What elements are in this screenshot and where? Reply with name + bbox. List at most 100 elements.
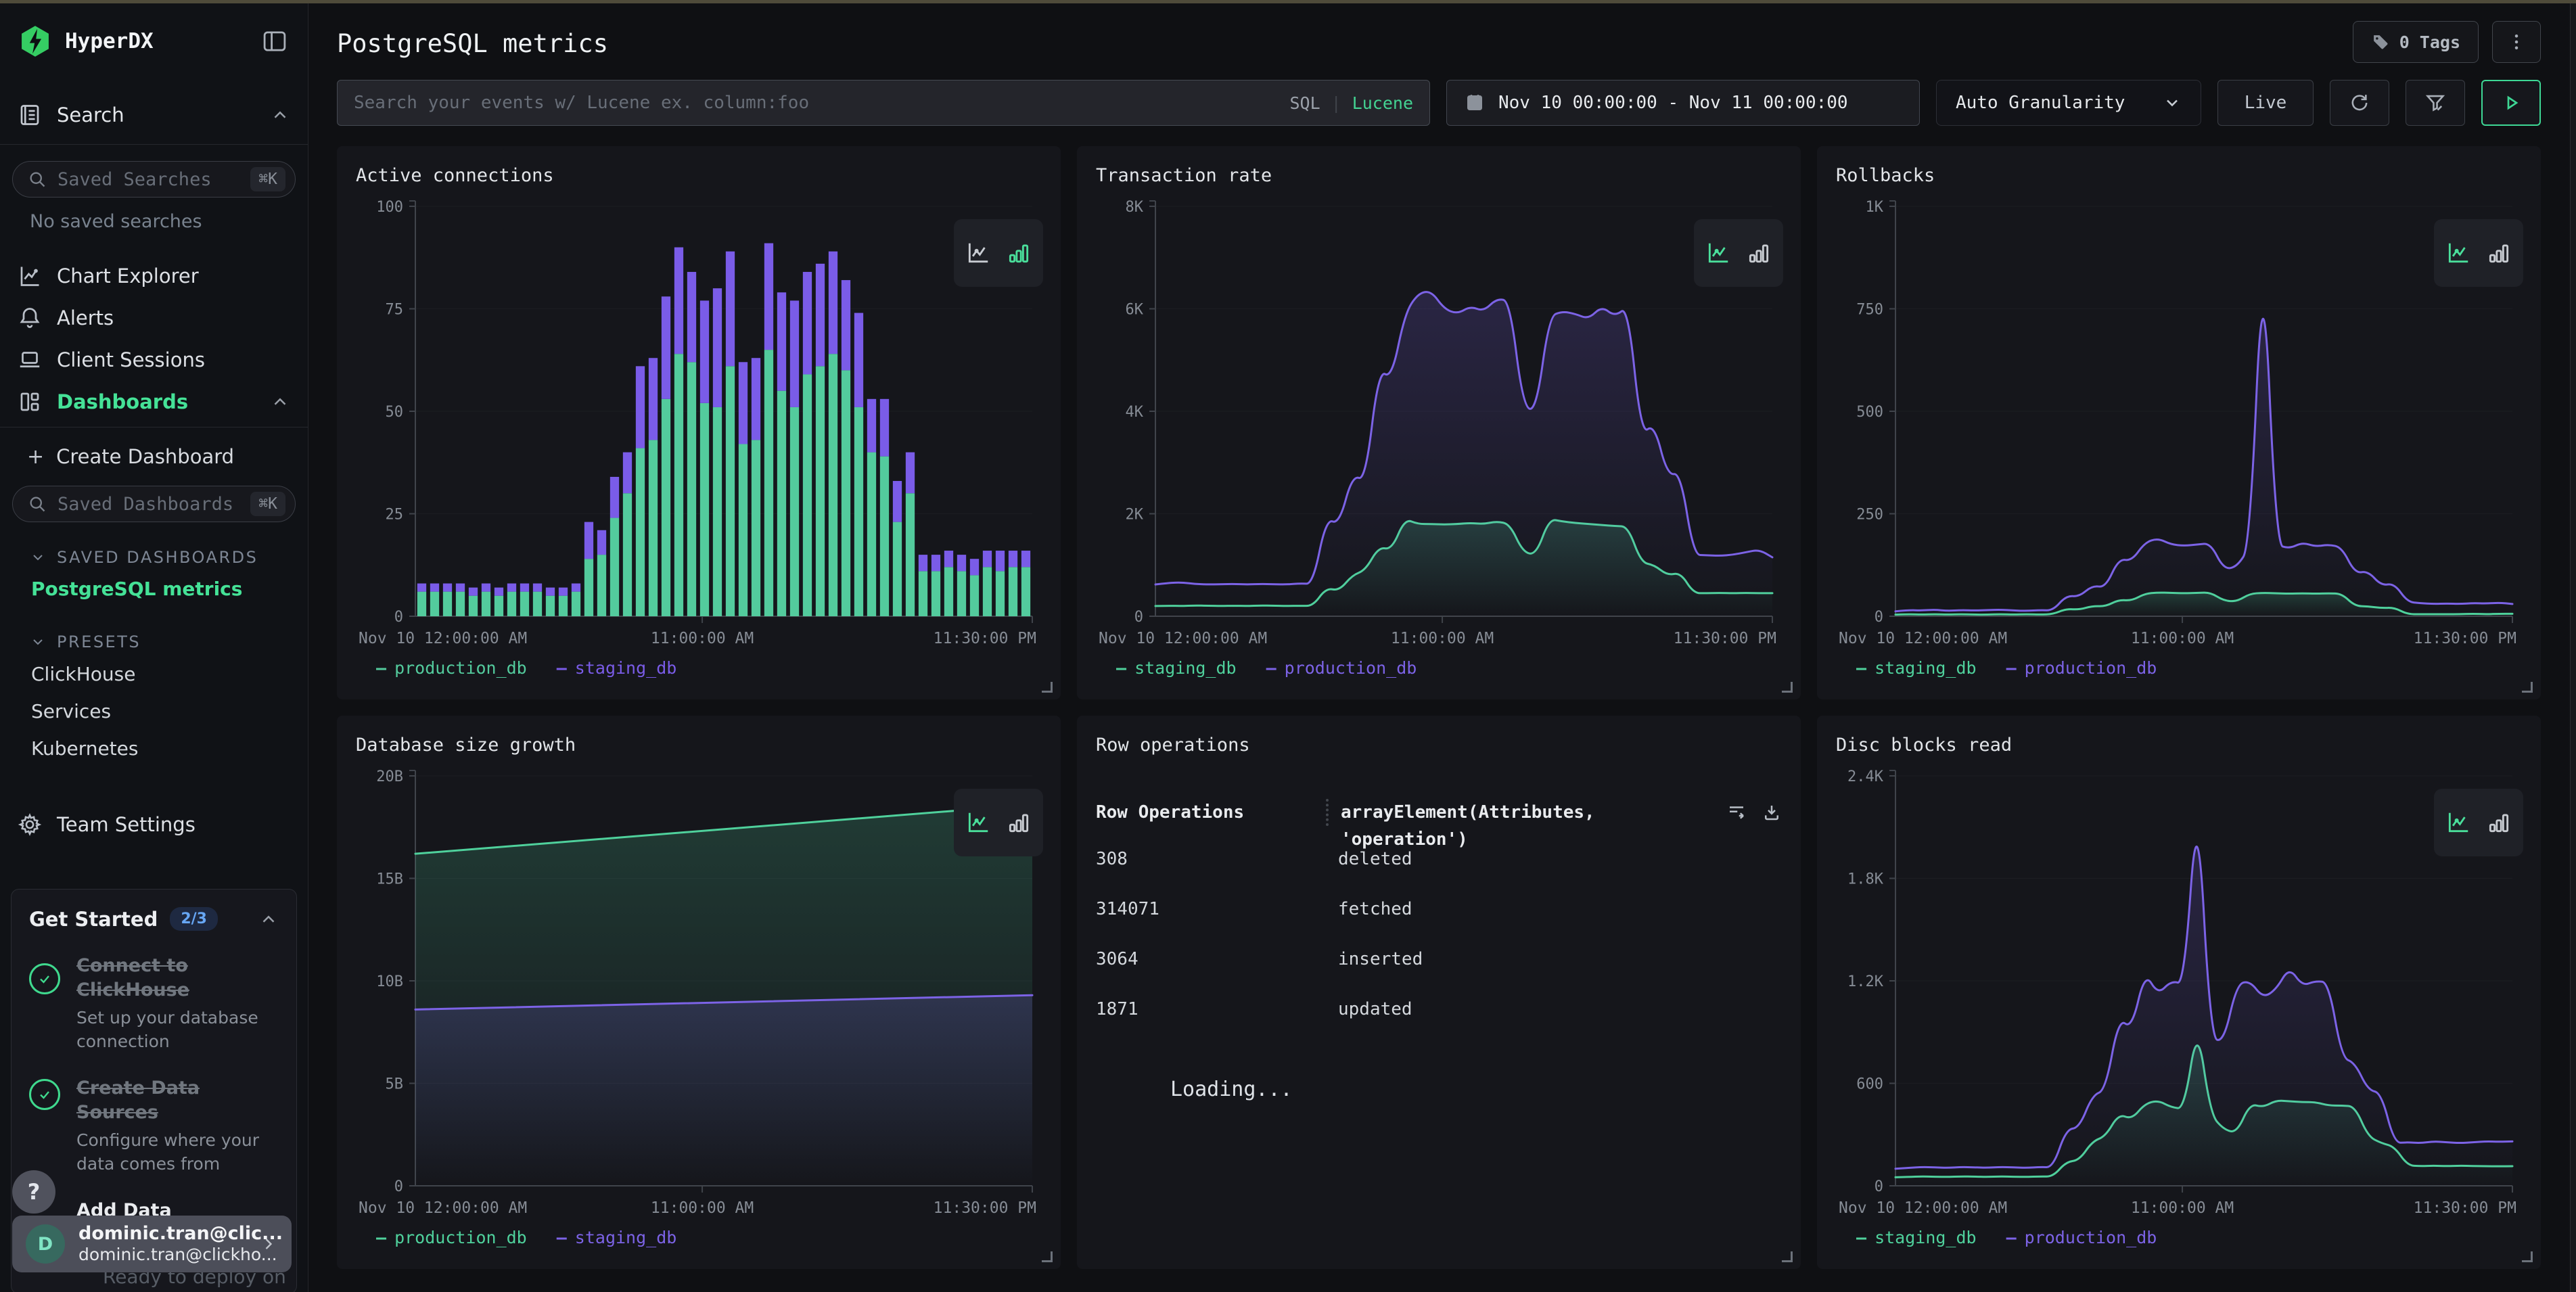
- table-row[interactable]: 314071fetched: [1096, 884, 1782, 934]
- chart-type-toggle[interactable]: [1694, 219, 1783, 287]
- scrollbar[interactable]: [2570, 3, 2576, 1292]
- date-range-value: Nov 10 00:00:00 - Nov 11 00:00:00: [1498, 93, 1848, 113]
- table-header-expression[interactable]: arrayElement(Attributes, 'operation'): [1326, 799, 1726, 826]
- refresh-button[interactable]: [2330, 80, 2389, 126]
- legend-item-staging-db[interactable]: —staging_db: [1116, 658, 1237, 678]
- saved-dashboards-input[interactable]: ⌘K: [12, 486, 296, 522]
- table-row[interactable]: 1871updated: [1096, 984, 1782, 1034]
- legend-item-staging-db[interactable]: —staging_db: [1856, 1228, 1977, 1247]
- legend-item-staging-db[interactable]: —staging_db: [1856, 658, 1977, 678]
- granularity-select[interactable]: Auto Granularity: [1936, 80, 2201, 126]
- run-query-button[interactable]: [2481, 80, 2541, 126]
- tags-button[interactable]: 0 Tags: [2353, 21, 2479, 63]
- sidebar-section-search[interactable]: Search: [0, 95, 308, 135]
- sidebar-item-dashboards[interactable]: Dashboards: [0, 381, 308, 423]
- filter-button[interactable]: [2406, 80, 2465, 126]
- sidebar-item-chart-explorer[interactable]: Chart Explorer: [0, 255, 308, 297]
- legend-item-staging-db[interactable]: —staging_db: [557, 1228, 677, 1247]
- legend-dash-icon: —: [1856, 1228, 1866, 1247]
- get-started-item-sources[interactable]: Create Data Sources Configure where your…: [29, 1076, 279, 1176]
- sidebar-collapse-icon[interactable]: [259, 27, 290, 55]
- legend-item-production-db[interactable]: —production_db: [2006, 1228, 2157, 1247]
- line-chart-toggle-icon[interactable]: [2445, 240, 2471, 266]
- line-chart-toggle-icon[interactable]: [1705, 240, 1731, 266]
- app-root: HyperDX Search ⌘K No saved searches: [0, 0, 2576, 1292]
- sql-toggle[interactable]: SQL: [1289, 93, 1320, 113]
- line-chart-toggle-icon[interactable]: [965, 240, 991, 266]
- panel-title: Row operations: [1096, 735, 1782, 756]
- legend-item-production-db[interactable]: —production_db: [376, 1228, 527, 1247]
- user-account-button[interactable]: D dominic.tran@clic... dominic.tran@clic…: [12, 1216, 292, 1272]
- bar-chart-toggle-icon[interactable]: [2486, 810, 2512, 835]
- table-header-metric[interactable]: Row Operations: [1096, 802, 1338, 823]
- legend-item-production-db[interactable]: —production_db: [1266, 658, 1417, 678]
- bar-chart-toggle-icon[interactable]: [1746, 240, 1772, 266]
- chart-type-toggle[interactable]: [954, 789, 1043, 856]
- svg-text:250: 250: [1856, 507, 1883, 524]
- saved-dashboards-caption[interactable]: SAVED DASHBOARDS: [0, 544, 308, 571]
- legend-dash-icon: —: [1116, 658, 1126, 678]
- get-started-title: Get Started: [29, 908, 158, 931]
- bar-chart-toggle-icon[interactable]: [1006, 240, 1032, 266]
- get-started-item-title: Connect to ClickHouse: [76, 954, 246, 1003]
- get-started-item-desc: Configure where your data comes from: [76, 1128, 279, 1176]
- legend-item-production-db[interactable]: —production_db: [376, 658, 527, 678]
- sidebar-preset-services[interactable]: Services: [0, 693, 308, 730]
- divider: [0, 427, 308, 428]
- toolbar: SQL | Lucene Nov 10 00:00:00 - Nov 11 00…: [337, 80, 2541, 126]
- event-search-box[interactable]: SQL | Lucene: [337, 80, 1430, 126]
- refresh-icon: [2348, 91, 2371, 114]
- download-icon[interactable]: [1762, 802, 1782, 823]
- progress-badge: 2/3: [170, 907, 218, 931]
- dashboard-menu-button[interactable]: [2492, 21, 2541, 63]
- date-range-picker[interactable]: Nov 10 00:00:00 - Nov 11 00:00:00: [1446, 80, 1920, 126]
- filter-edit-icon: [2424, 91, 2447, 114]
- line-chart-toggle-icon[interactable]: [965, 810, 991, 835]
- saved-dashboards-field[interactable]: [58, 494, 250, 515]
- lucene-toggle[interactable]: Lucene: [1352, 93, 1413, 113]
- chart-type-toggle[interactable]: [954, 219, 1043, 287]
- saved-searches-field[interactable]: [58, 169, 250, 190]
- svg-text:11:00:00 AM: 11:00:00 AM: [2131, 630, 2234, 647]
- get-started-header[interactable]: Get Started 2/3: [29, 907, 279, 931]
- sidebar-dashboard-postgresql-metrics[interactable]: PostgreSQL metrics: [0, 571, 308, 607]
- live-button[interactable]: Live: [2217, 80, 2314, 126]
- kbd-shortcut: ⌘K: [250, 167, 285, 191]
- chart-type-toggle[interactable]: [2434, 219, 2523, 287]
- line-chart-toggle-icon[interactable]: [2445, 810, 2471, 835]
- svg-text:2K: 2K: [1126, 507, 1144, 524]
- chart-legend: —production_db —staging_db: [376, 658, 1042, 678]
- chart-type-toggle[interactable]: [2434, 789, 2523, 856]
- svg-text:11:00:00 AM: 11:00:00 AM: [651, 1199, 754, 1217]
- svg-text:11:30:00 PM: 11:30:00 PM: [934, 1199, 1036, 1217]
- sidebar-preset-kubernetes[interactable]: Kubernetes: [0, 730, 308, 767]
- legend-item-staging-db[interactable]: —staging_db: [557, 658, 677, 678]
- cell-operation: deleted: [1338, 849, 1782, 869]
- table-row[interactable]: 3064inserted: [1096, 934, 1782, 984]
- svg-text:100: 100: [376, 199, 403, 216]
- chart-legend: —staging_db —production_db: [1856, 1228, 2522, 1247]
- chart-svg: 06001.2K1.8K2.4KNov 10 12:00:00 AM11:00:…: [1836, 764, 2522, 1221]
- chevron-down-icon: [2163, 93, 2182, 112]
- cell-operation: updated: [1338, 999, 1782, 1019]
- saved-searches-input[interactable]: ⌘K: [12, 161, 296, 198]
- bar-chart-toggle-icon[interactable]: [1006, 810, 1032, 835]
- sidebar-item-alerts[interactable]: Alerts: [0, 297, 308, 339]
- svg-text:11:00:00 AM: 11:00:00 AM: [2131, 1199, 2234, 1217]
- bar-chart-toggle-icon[interactable]: [2486, 240, 2512, 266]
- expand-rows-icon[interactable]: [1726, 802, 1747, 823]
- sidebar-item-team-settings[interactable]: Team Settings: [0, 804, 308, 846]
- sidebar-preset-clickhouse[interactable]: ClickHouse: [0, 655, 308, 693]
- svg-text:50: 50: [386, 404, 404, 421]
- sidebar-item-client-sessions[interactable]: Client Sessions: [0, 339, 308, 381]
- create-dashboard-button[interactable]: + Create Dashboard: [0, 437, 308, 476]
- search-input[interactable]: [354, 93, 1289, 113]
- help-button[interactable]: ?: [12, 1170, 55, 1214]
- get-started-item-connect[interactable]: Connect to ClickHouse Set up your databa…: [29, 954, 279, 1053]
- get-started-item-desc: Set up your database connection: [76, 1006, 279, 1053]
- legend-item-production-db[interactable]: —production_db: [2006, 658, 2157, 678]
- svg-text:0: 0: [1874, 609, 1883, 626]
- sidebar-nav: Chart Explorer Alerts Client Sessions Da…: [0, 255, 308, 423]
- presets-caption[interactable]: PRESETS: [0, 628, 308, 655]
- svg-text:11:00:00 AM: 11:00:00 AM: [651, 630, 754, 647]
